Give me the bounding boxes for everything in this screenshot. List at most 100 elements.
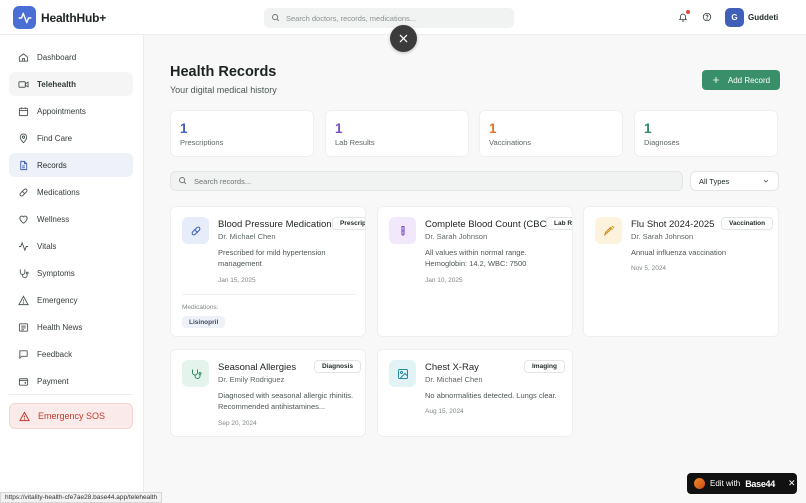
record-card-vaccination[interactable]: Flu Shot 2024-2025 Vaccination Dr. Sarah… xyxy=(583,206,779,337)
file-icon xyxy=(18,160,29,171)
sidebar-item-payment[interactable]: Payment xyxy=(9,369,133,393)
sidebar-item-emergency[interactable]: Emergency xyxy=(9,288,133,312)
medications-label: Medications: xyxy=(182,304,219,311)
sidebar-item-label: Telehealth xyxy=(37,79,76,89)
global-search-input[interactable] xyxy=(286,13,506,23)
record-card-diagnosis[interactable]: Seasonal Allergies Diagnosis Dr. Emily R… xyxy=(170,349,366,437)
sidebar-item-label: Feedback xyxy=(37,349,73,359)
help-button[interactable] xyxy=(700,10,714,24)
record-title: Flu Shot 2024-2025 xyxy=(631,219,715,230)
newspaper-icon xyxy=(18,322,29,333)
help-circle-icon xyxy=(702,12,712,22)
sidebar-item-label: Payment xyxy=(37,376,69,386)
type-filter-select[interactable]: All Types xyxy=(690,171,779,191)
sidebar-divider xyxy=(9,394,133,395)
sidebar-item-find-care[interactable]: Find Care xyxy=(9,126,133,150)
close-button[interactable] xyxy=(390,25,417,52)
activity-icon xyxy=(18,241,29,252)
pulse-icon xyxy=(13,6,36,29)
sidebar-item-feedback[interactable]: Feedback xyxy=(9,342,133,366)
sidebar-item-appointments[interactable]: Appointments xyxy=(9,99,133,123)
stat-value: 1 xyxy=(489,121,497,136)
type-filter-value: All Types xyxy=(699,176,730,186)
stat-value: 1 xyxy=(180,121,188,136)
notification-dot xyxy=(686,10,690,14)
status-bar-url: https://vitality-health-cfe7ae28.base44.… xyxy=(0,492,163,503)
record-description: All values within normal range. Hemoglob… xyxy=(425,248,527,268)
sidebar-item-vitals[interactable]: Vitals xyxy=(9,234,133,258)
stat-value: 1 xyxy=(644,121,652,136)
record-type-badge: Lab Result xyxy=(546,217,572,230)
record-title: Blood Pressure Medication xyxy=(218,219,332,230)
record-card-imaging[interactable]: Chest X-Ray Imaging Dr. Michael Chen No … xyxy=(377,349,573,437)
video-icon xyxy=(18,79,29,90)
heart-icon xyxy=(18,214,29,225)
sidebar-item-wellness[interactable]: Wellness xyxy=(9,207,133,231)
stat-label: Vaccinations xyxy=(489,138,531,147)
stat-value: 1 xyxy=(335,121,343,136)
records-search-input[interactable] xyxy=(194,176,664,186)
record-description: Prescribed for mild hypertension managem… xyxy=(218,248,326,268)
global-search[interactable] xyxy=(264,8,514,28)
record-type-badge: Vaccination xyxy=(721,217,774,230)
pill-icon xyxy=(182,217,209,244)
search-icon xyxy=(178,176,187,187)
sidebar-item-label: Medications xyxy=(37,187,80,197)
stat-card-prescriptions: 1 Prescriptions xyxy=(170,110,314,157)
edit-badge-brand: Base44 xyxy=(745,478,775,489)
add-record-button[interactable]: Add Record xyxy=(702,70,780,90)
user-name[interactable]: Guddeti xyxy=(748,13,778,22)
record-card-lab-result[interactable]: Complete Blood Count (CBC) Lab Result Dr… xyxy=(377,206,573,337)
close-icon xyxy=(399,34,408,43)
home-icon xyxy=(18,52,29,63)
stethoscope-icon xyxy=(182,360,209,387)
notifications-button[interactable] xyxy=(676,10,690,24)
sidebar: Dashboard Telehealth Appointments Find C… xyxy=(0,35,144,503)
wallet-icon xyxy=(18,376,29,387)
sidebar-item-label: Dashboard xyxy=(37,52,77,62)
stat-label: Diagnoses xyxy=(644,138,680,147)
record-date: Sep 20, 2024 xyxy=(218,420,257,427)
emergency-sos-label: Emergency SOS xyxy=(38,411,106,421)
record-card-prescription[interactable]: Blood Pressure Medication Prescription D… xyxy=(170,206,366,337)
record-title: Complete Blood Count (CBC) xyxy=(425,219,550,230)
stat-label: Lab Results xyxy=(335,138,375,147)
sidebar-item-records[interactable]: Records xyxy=(9,153,133,177)
app-logo[interactable]: HealthHub+ xyxy=(13,6,106,29)
stat-card-lab-results: 1 Lab Results xyxy=(325,110,469,157)
sidebar-item-label: Find Care xyxy=(37,133,73,143)
record-doctor: Dr. Sarah Johnson xyxy=(631,232,694,241)
sidebar-item-dashboard[interactable]: Dashboard xyxy=(9,45,133,69)
sidebar-item-telehealth[interactable]: Telehealth xyxy=(9,72,133,96)
record-title: Chest X-Ray xyxy=(425,362,479,373)
edit-badge-prefix: Edit with xyxy=(710,479,741,488)
sidebar-item-medications[interactable]: Medications xyxy=(9,180,133,204)
stethoscope-icon xyxy=(18,268,29,279)
record-type-badge: Prescription xyxy=(332,217,365,230)
record-doctor: Dr. Michael Chen xyxy=(425,375,483,384)
sidebar-item-health-news[interactable]: Health News xyxy=(9,315,133,339)
close-icon[interactable]: ✕ xyxy=(788,478,796,489)
stat-label: Prescriptions xyxy=(180,138,224,147)
records-search[interactable] xyxy=(170,171,683,191)
record-title: Seasonal Allergies xyxy=(218,362,297,373)
record-doctor: Dr. Emily Rodriguez xyxy=(218,375,285,384)
stat-card-diagnoses: 1 Diagnoses xyxy=(634,110,778,157)
avatar[interactable]: G xyxy=(725,8,744,27)
base44-logo-icon xyxy=(694,478,705,489)
record-type-badge: Diagnosis xyxy=(314,360,362,373)
record-type-badge: Imaging xyxy=(524,360,565,373)
edit-with-base44-badge[interactable]: Edit with Base44 ✕ xyxy=(687,473,797,494)
sidebar-item-symptoms[interactable]: Symptoms xyxy=(9,261,133,285)
page-title: Health Records xyxy=(170,64,277,80)
card-divider xyxy=(182,294,356,295)
sidebar-item-label: Appointments xyxy=(37,106,86,116)
sidebar-item-label: Symptoms xyxy=(37,268,75,278)
record-date: Nov 5, 2024 xyxy=(631,265,667,272)
syringe-icon xyxy=(595,217,622,244)
add-record-label: Add Record xyxy=(727,75,771,85)
alert-triangle-icon xyxy=(19,410,30,422)
test-tube-icon xyxy=(389,217,416,244)
emergency-sos-button[interactable]: Emergency SOS xyxy=(9,403,133,429)
sidebar-item-label: Wellness xyxy=(37,214,70,224)
